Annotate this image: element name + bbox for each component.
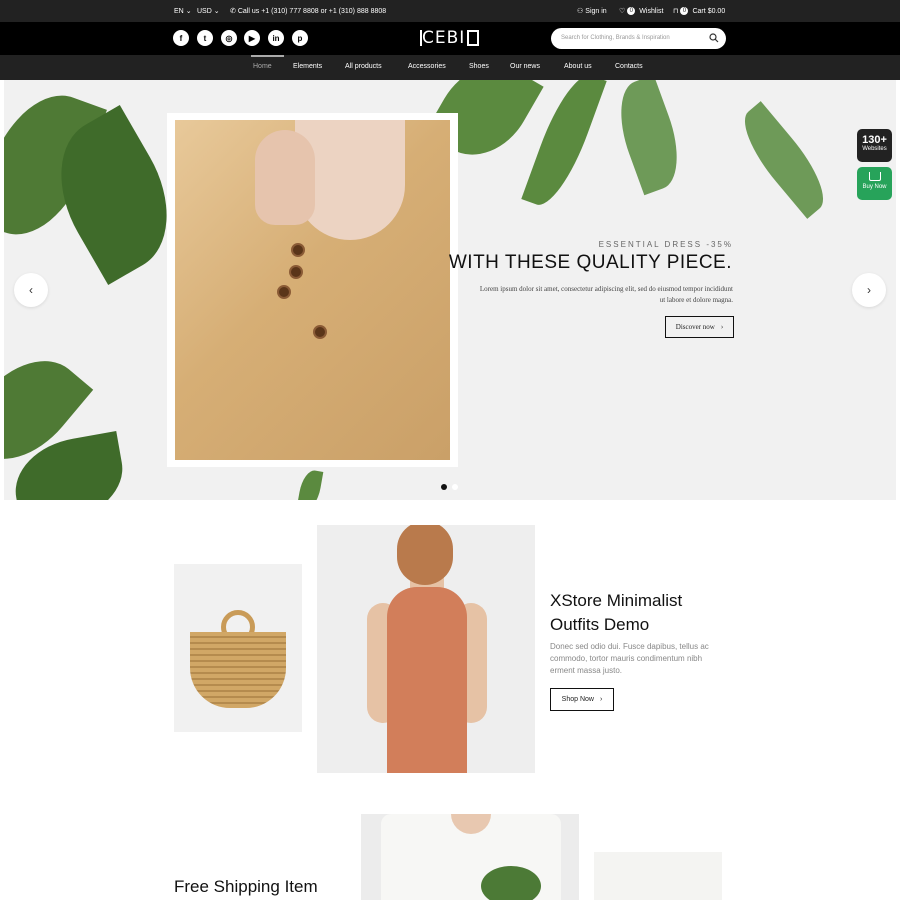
chevron-down-icon: ⌄ [185,8,192,15]
coat-button [313,325,327,339]
logo-text: CEBI [422,28,466,48]
nav-item-shoes[interactable]: Shoes [469,63,489,70]
nav-item-about-us[interactable]: About us [564,63,592,70]
currency-selector[interactable]: USD ⌄ [197,7,220,16]
top-bar: EN ⌄ USD ⌄ ✆ Call us +1 (310) 777 8808 o… [0,0,900,22]
coat-button [277,285,291,299]
search-input[interactable]: Search for Clothing, Brands & Inspiratio… [551,28,726,49]
free-shipping-title: Free Shipping Item [174,877,318,896]
facebook-icon[interactable]: f [173,30,189,46]
websites-count: 130+ [862,134,887,146]
logo-box [467,30,480,46]
instagram-icon[interactable]: ◎ [221,30,237,46]
websites-badge[interactable]: 130+ Websites [857,129,892,162]
twitter-glyph: t [203,33,207,43]
wishlist-label: Wishlist [639,7,664,15]
discover-now-label: Discover now [675,323,715,331]
twitter-icon[interactable]: t [197,30,213,46]
chevron-down-icon: ⌄ [213,8,220,15]
language-selector[interactable]: EN ⌄ [174,7,192,16]
hero-image-frame [167,113,458,467]
sign-in-link[interactable]: ⚇ Sign in [577,7,607,16]
buy-now-button[interactable]: Buy Now [857,167,892,200]
chevron-right-icon: › [599,696,603,703]
pinterest-icon[interactable]: p [292,30,308,46]
promo-title: XStore Minimalist Outfits Demo [550,591,683,634]
shop-now-button[interactable]: Shop Now › [550,688,614,711]
currency-label: USD [197,7,212,15]
youtube-icon[interactable]: ▶ [244,30,260,46]
user-icon: ⚇ [577,8,584,15]
cart-total: $0.00 [707,7,726,15]
linkedin-glyph: in [272,33,280,43]
hero-subtitle: ESSENTIAL DRESS -35% [598,240,733,249]
cart-icon [868,172,881,181]
slider-dot-active[interactable] [441,484,447,490]
bag-body [190,632,286,708]
nav-item-home[interactable]: Home [253,63,272,70]
leaf-decoration [296,468,324,500]
coat-button [289,265,303,279]
heart-icon: ♡ [619,8,626,15]
slider-prev-button[interactable]: ‹ [14,273,48,307]
sign-in-label: Sign in [585,7,607,15]
plant [481,866,541,900]
pinterest-glyph: p [297,33,303,43]
nav-item-our-news[interactable]: Our news [510,63,540,70]
cart-count: 0 [680,7,689,15]
cart-label: Cart [692,7,706,15]
promo-description: Donec sed odio dui. Fusce dapibus, tellu… [550,642,709,675]
chevron-right-icon: › [720,323,724,331]
search-placeholder: Search for Clothing, Brands & Inspiratio… [561,35,670,41]
header: f t ◎ ▶ in p CEBI Search for Clothing, B… [0,22,900,55]
phone-info: ✆ Call us +1 (310) 777 8808 or +1 (310) … [230,7,387,16]
product-image[interactable] [594,852,722,900]
instagram-glyph: ◎ [225,33,233,43]
site-logo[interactable]: CEBI [420,28,480,48]
model-top [387,587,467,773]
nav-item-contacts[interactable]: Contacts [615,63,643,70]
nav-item-elements[interactable]: Elements [293,63,322,70]
wishlist-count: 0 [627,7,636,15]
slider-next-button[interactable]: › [852,273,886,307]
leaf-decoration [606,80,692,196]
model-plant-image[interactable] [361,814,579,900]
bag-icon: ⊓ [673,8,679,15]
hero-slider: ESSENTIAL DRESS -35% WITH THESE QUALITY … [4,80,896,500]
language-label: EN [174,7,184,15]
slider-dot[interactable] [452,484,458,490]
chevron-right-icon: › [867,283,871,297]
youtube-glyph: ▶ [248,33,256,43]
bag-image[interactable] [174,564,302,732]
chevron-left-icon: ‹ [29,283,33,297]
wishlist-link[interactable]: ♡ 0 Wishlist [619,7,663,15]
model-hand [255,130,315,225]
discover-now-button[interactable]: Discover now › [665,316,734,338]
model-head [397,525,453,585]
shop-now-label: Shop Now [561,696,594,703]
linkedin-icon[interactable]: in [268,30,284,46]
cart-link[interactable]: ⊓ 0 Cart $0.00 [673,7,725,15]
hero-headline: WITH THESE QUALITY PIECE. [448,252,732,273]
nav-item-accessories[interactable]: Accessories [408,63,446,70]
hero-image [175,120,450,460]
search-icon[interactable] [709,33,719,43]
phone-icon: ✆ [230,8,236,15]
main-nav: Home Elements All products Accessories S… [0,55,900,80]
phone-text: Call us +1 (310) 777 8808 or +1 (310) 88… [237,7,387,15]
active-underline [251,55,284,57]
buy-now-label: Buy Now [862,184,887,190]
facebook-glyph: f [179,33,183,43]
hero-body: Lorem ipsum dolor sit amet, consectetur … [479,285,733,304]
model-image[interactable] [317,525,535,773]
nav-item-all-products[interactable]: All products [345,63,382,70]
leaf-decoration [730,101,838,219]
websites-label: Websites [862,146,887,152]
coat-button [291,243,305,257]
